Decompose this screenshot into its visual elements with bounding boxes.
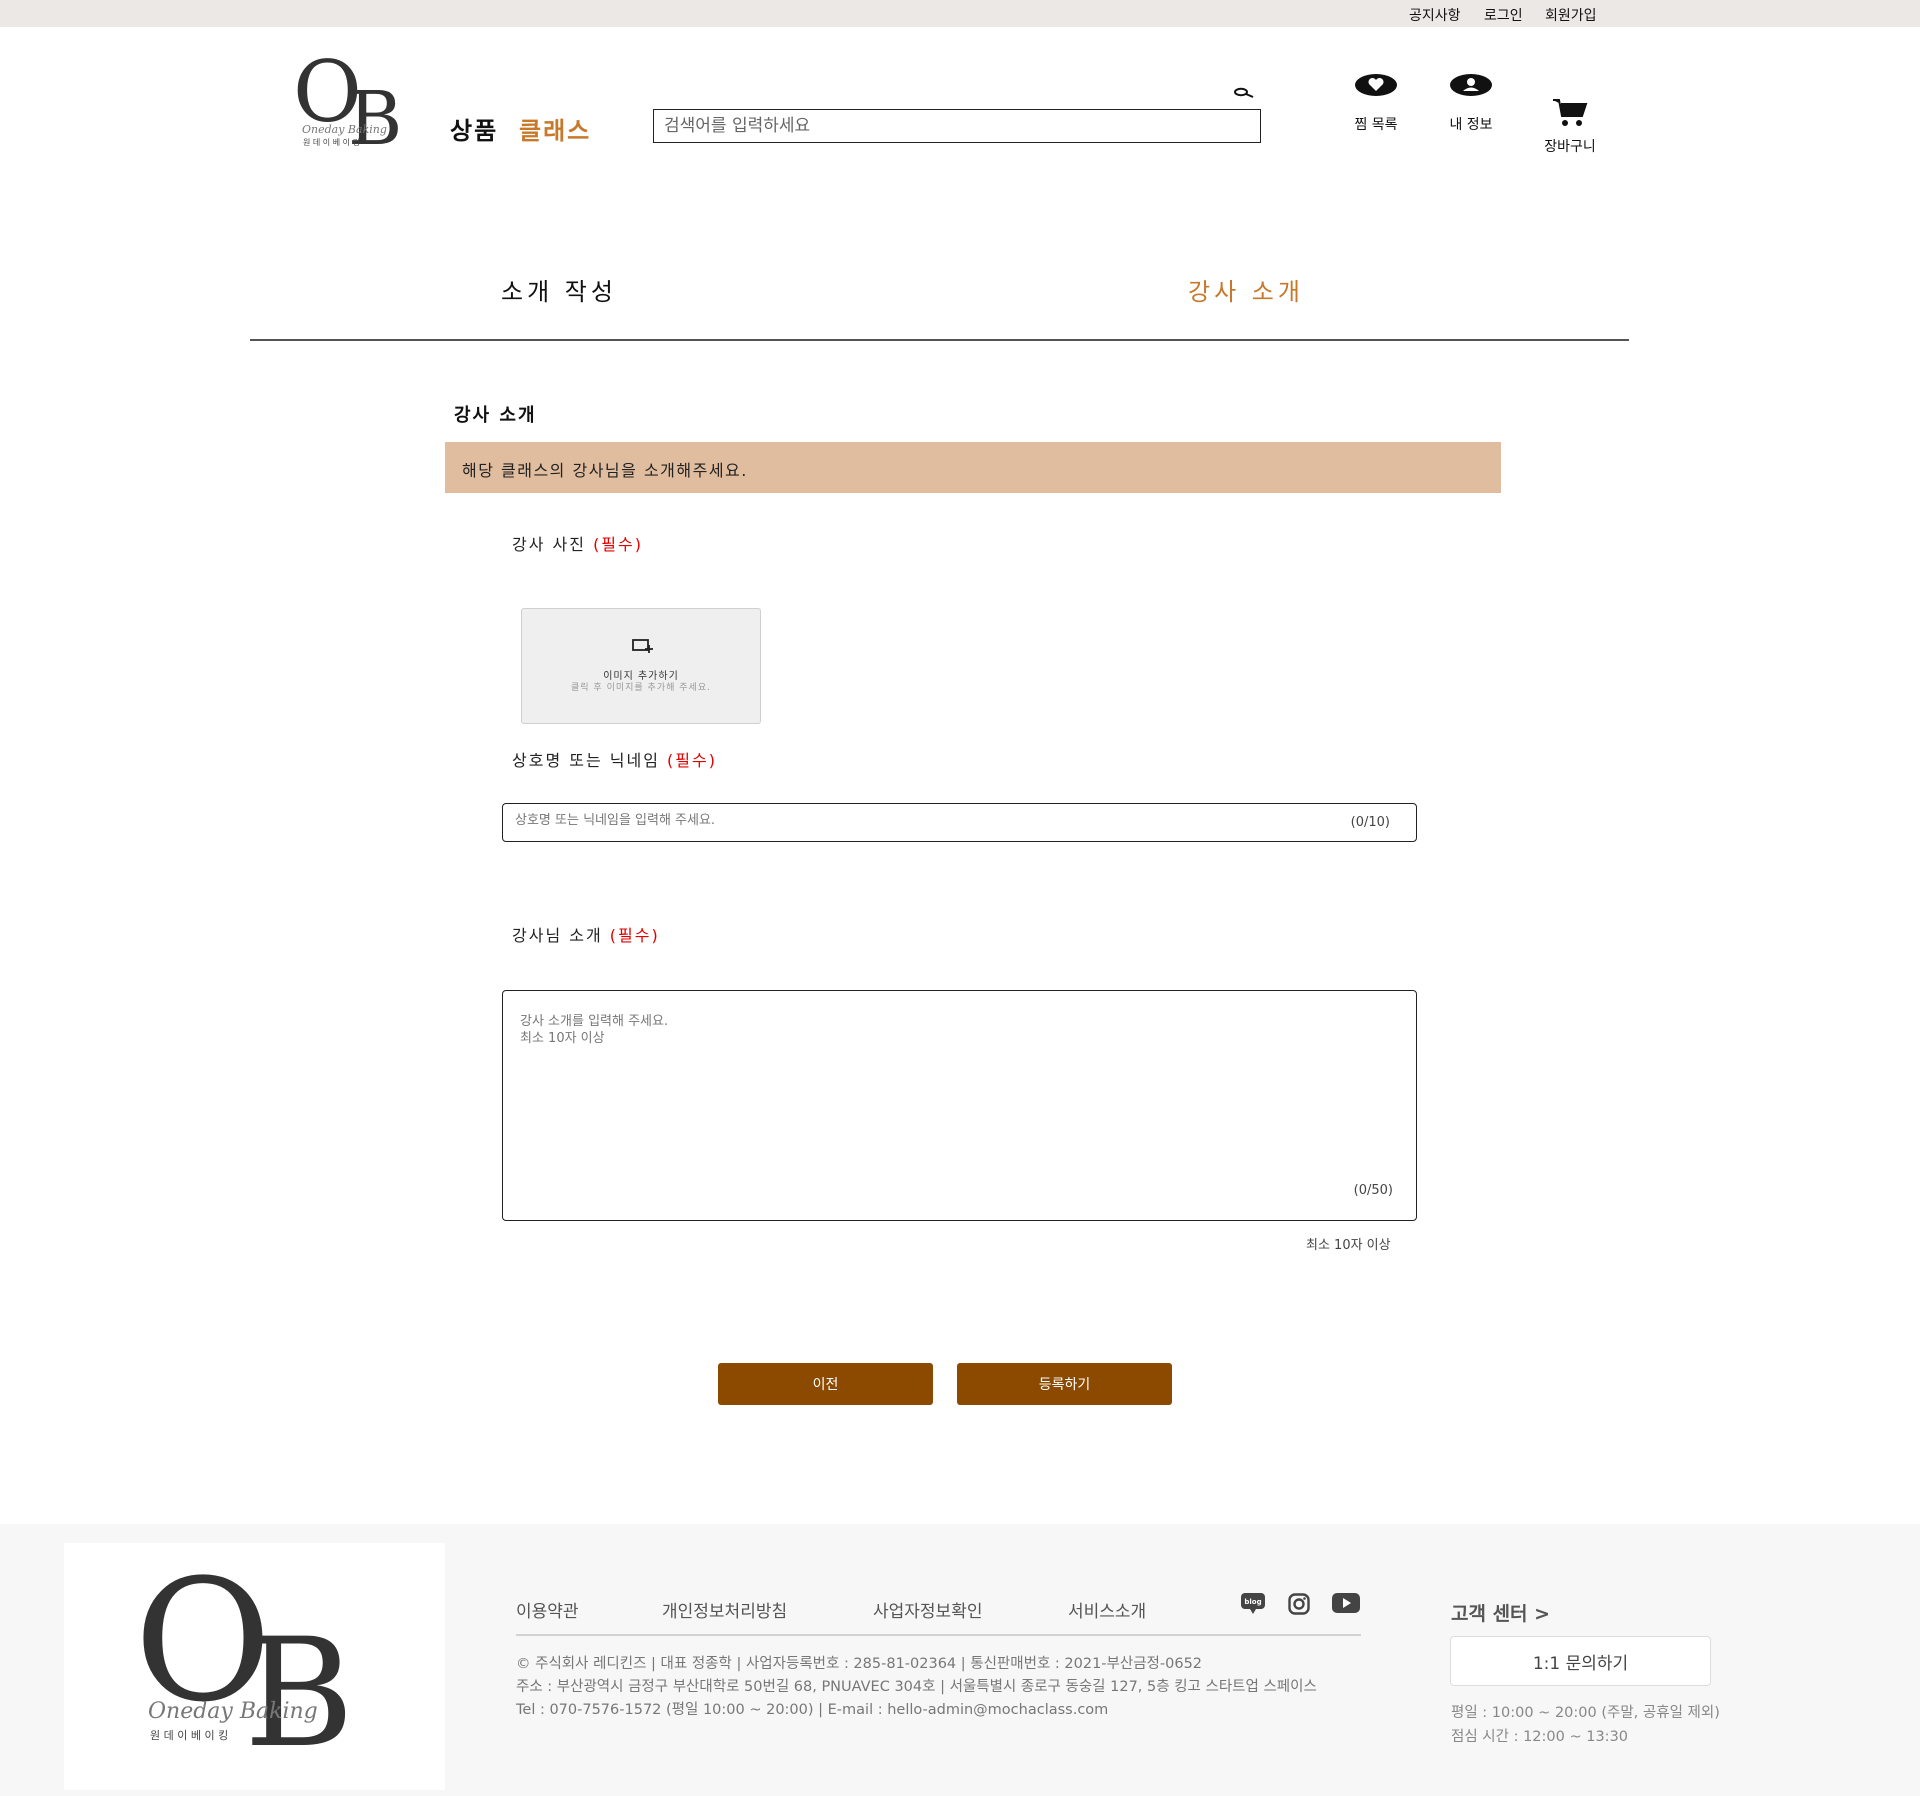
footer-logo-panel: O B Oneday Baking 원 데 이 베 이 킹 (64, 1543, 445, 1790)
banner-text: 해당 클래스의 강사님을 소개해주세요. (462, 461, 748, 480)
nickname-counter: (0/10) (1350, 815, 1390, 830)
my-info-button[interactable]: 내 정보 (1441, 72, 1501, 134)
nickname-label: 상호명 또는 닉네임 (필수) (512, 747, 717, 771)
footer-logo-letter-b: B (244, 1607, 355, 1781)
image-add-icon (632, 638, 654, 657)
nickname-input[interactable] (515, 813, 1315, 828)
cart-label: 장바구니 (1544, 139, 1596, 155)
login-link[interactable]: 로그인 (1484, 5, 1523, 25)
instagram-icon[interactable] (1288, 1593, 1310, 1619)
person-icon (1449, 72, 1493, 102)
nickname-label-text: 상호명 또는 닉네임 (512, 751, 660, 770)
footer-divider (516, 1634, 1361, 1636)
intro-textarea[interactable] (520, 1013, 1390, 1173)
tab-divider (250, 339, 1629, 341)
upload-hint: 클릭 후 이미지를 추가해 주세요. (571, 683, 711, 693)
header-logo[interactable]: O B Oneday Baking 원 데 이 베 이 킹 (290, 50, 420, 160)
search-input[interactable] (653, 109, 1261, 143)
footer-link-business[interactable]: 사업자정보확인 (873, 1597, 982, 1622)
intro-label-text: 강사님 소개 (512, 926, 603, 945)
intro-field-wrap: (0/50) (502, 990, 1417, 1221)
footer-address-info: 주소 : 부산광역시 금정구 부산대학로 50번길 68, PNUAVEC 30… (516, 1679, 1317, 1695)
cs-lunch: 점심 시간 : 12:00 ~ 13:30 (1451, 1729, 1629, 1745)
magnifier-icon[interactable] (1233, 84, 1255, 103)
footer-company-info: © 주식회사 레디킨즈 | 대표 정종학 | 사업자등록번호 : 285-81-… (516, 1656, 1203, 1672)
info-banner: 해당 클래스의 강사님을 소개해주세요. (445, 442, 1501, 493)
prev-button[interactable]: 이전 (718, 1363, 933, 1405)
submit-button[interactable]: 등록하기 (957, 1363, 1172, 1405)
image-upload-box[interactable]: 이미지 추가하기 클릭 후 이미지를 추가해 주세요. (521, 608, 761, 724)
nickname-field-wrap: (0/10) (502, 803, 1417, 842)
footer-logo-korean: 원 데 이 베 이 킹 (150, 1729, 229, 1742)
cart-icon (1552, 98, 1588, 132)
photo-label-text: 강사 사진 (512, 535, 586, 554)
nav-products[interactable]: 상품 (450, 111, 498, 146)
intro-label: 강사님 소개 (필수) (512, 922, 660, 946)
cart-button[interactable]: 장바구니 (1535, 98, 1605, 156)
section-title: 강사 소개 (454, 405, 537, 426)
footer-logo-script: Oneday Baking (148, 1699, 318, 1724)
tab-instructor-intro[interactable]: 강사 소개 (1188, 272, 1304, 307)
intro-counter: (0/50) (1353, 1183, 1393, 1198)
signup-link[interactable]: 회원가입 (1545, 5, 1597, 25)
wishlist-label: 찜 목록 (1354, 117, 1398, 133)
heart-icon (1354, 72, 1398, 102)
footer-logo: O B Oneday Baking 원 데 이 베 이 킹 (134, 1557, 374, 1777)
cs-title-link[interactable]: 고객 센터 > (1451, 1599, 1550, 1626)
nav-class[interactable]: 클래스 (519, 111, 591, 146)
footer-contact-info: Tel : 070-7576-1572 (평일 10:00 ~ 20:00) |… (516, 1702, 1109, 1718)
blog-icon[interactable]: blog (1240, 1592, 1266, 1620)
my-info-label: 내 정보 (1449, 117, 1493, 133)
footer-link-privacy[interactable]: 개인정보처리방침 (662, 1597, 787, 1622)
cs-hours: 평일 : 10:00 ~ 20:00 (주말, 공휴일 제외) (1451, 1705, 1720, 1721)
nickname-required: (필수) (667, 751, 717, 770)
notice-link[interactable]: 공지사항 (1409, 5, 1461, 25)
footer-link-service[interactable]: 서비스소개 (1068, 1597, 1146, 1622)
logo-script: Oneday Baking (302, 123, 387, 136)
tab-write-intro[interactable]: 소개 작성 (501, 272, 617, 307)
footer-link-terms[interactable]: 이용약관 (516, 1597, 579, 1622)
photo-required: (필수) (593, 535, 643, 554)
top-utility-bar: 공지사항 로그인 회원가입 (0, 0, 1920, 27)
logo-korean: 원 데 이 베 이 킹 (303, 138, 360, 147)
photo-label: 강사 사진 (필수) (512, 531, 643, 555)
youtube-icon[interactable] (1332, 1593, 1360, 1617)
intro-required: (필수) (609, 926, 660, 945)
blog-badge-text: blog (1244, 1598, 1261, 1606)
intro-min-hint: 최소 10자 이상 (1306, 1238, 1391, 1253)
wishlist-button[interactable]: 찜 목록 (1346, 72, 1406, 134)
inquiry-button[interactable]: 1:1 문의하기 (1450, 1636, 1711, 1686)
